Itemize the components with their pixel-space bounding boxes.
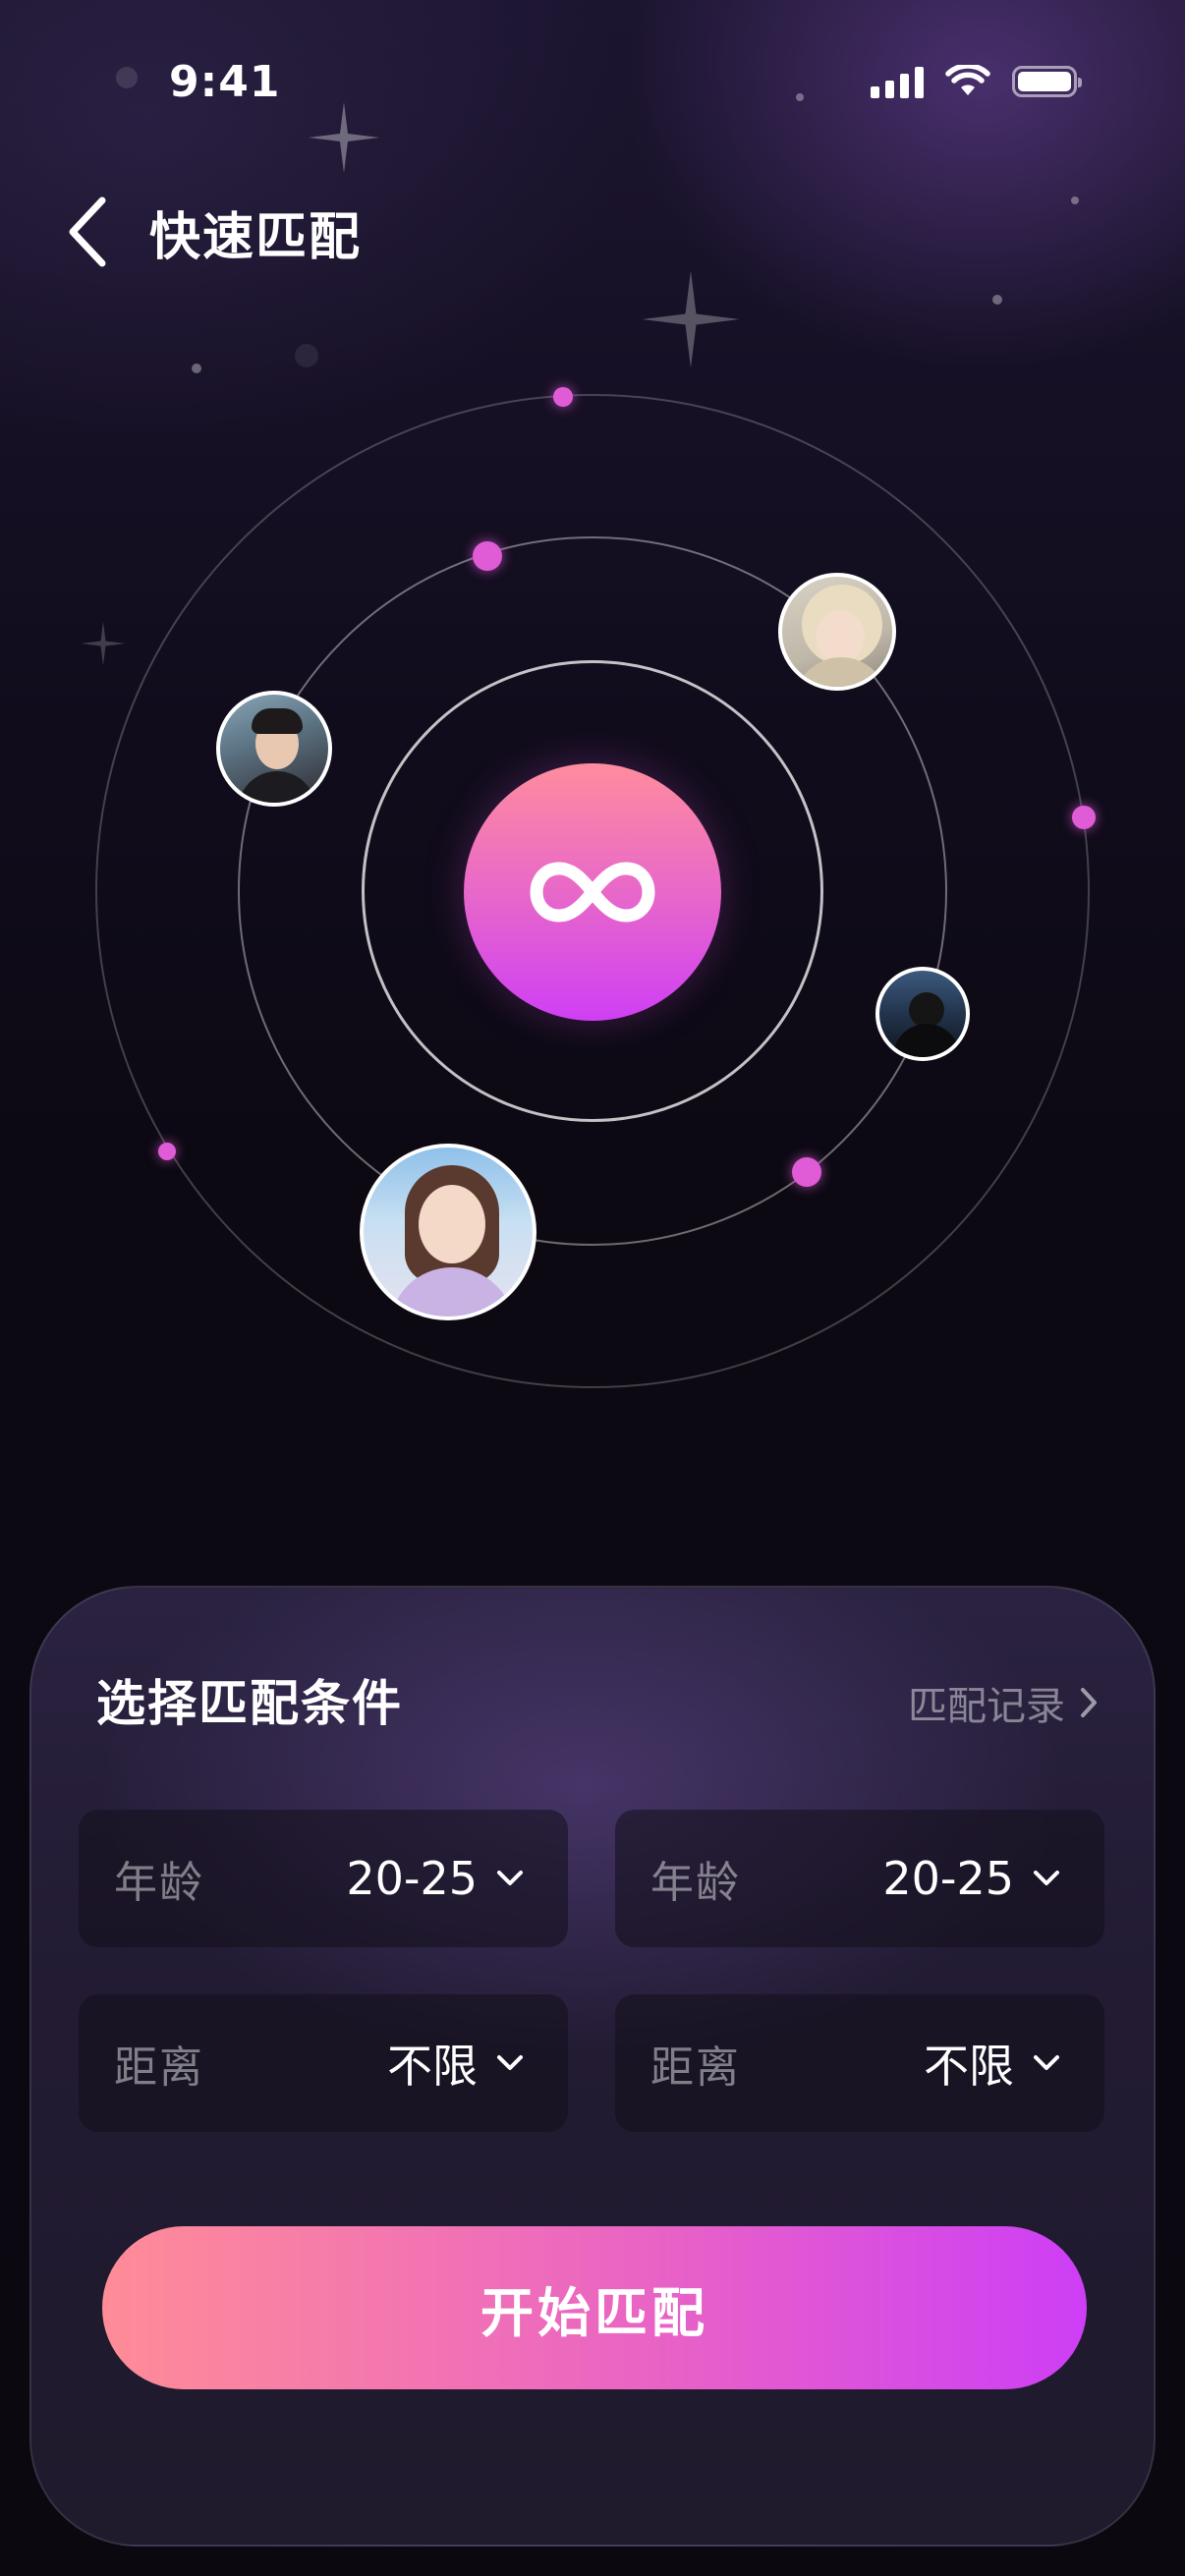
- match-history-label: 匹配记录: [908, 1684, 1065, 1729]
- avatar-male-left[interactable]: [216, 691, 332, 807]
- filter-value: 不限: [924, 2040, 1014, 2093]
- filter-label: 距离: [114, 2043, 204, 2093]
- orbit-visual: [0, 0, 1185, 1474]
- filter-distance-left[interactable]: 距离 不限: [79, 1994, 568, 2132]
- filter-value: 20-25: [346, 1852, 478, 1905]
- filter-label: 年龄: [114, 1858, 204, 1908]
- filter-label: 年龄: [650, 1858, 741, 1908]
- center-match-button[interactable]: [464, 763, 721, 1021]
- orbit-dot: [158, 1143, 176, 1160]
- orbit-dot: [473, 541, 502, 571]
- infinity-icon: [530, 862, 655, 923]
- chevron-down-icon: [497, 2055, 523, 2070]
- avatar-female-top-right[interactable]: [778, 573, 896, 691]
- start-match-button[interactable]: 开始匹配: [102, 2226, 1087, 2389]
- chevron-down-icon: [497, 1871, 523, 1885]
- orbit-dot: [792, 1157, 821, 1187]
- filter-age-right[interactable]: 年龄 20-25: [615, 1810, 1104, 1947]
- filter-distance-right[interactable]: 距离 不限: [615, 1994, 1104, 2132]
- avatar-female-bottom[interactable]: [360, 1144, 536, 1320]
- avatar-dark-right[interactable]: [875, 967, 970, 1061]
- match-conditions-card: 选择匹配条件 匹配记录 年龄 20-25 年龄 20-25 距离 不限 距离 不…: [29, 1586, 1156, 2547]
- chevron-right-icon: [1081, 1688, 1097, 1717]
- filter-value: 不限: [387, 2040, 478, 2093]
- filter-age-left[interactable]: 年龄 20-25: [79, 1810, 568, 1947]
- filter-label: 距离: [650, 2043, 741, 2093]
- orbit-dot: [1072, 806, 1096, 829]
- chevron-down-icon: [1034, 1871, 1059, 1885]
- filter-value: 20-25: [882, 1852, 1014, 1905]
- chevron-down-icon: [1034, 2055, 1059, 2070]
- match-history-link[interactable]: 匹配记录: [908, 1674, 1099, 1731]
- card-title: 选择匹配条件: [96, 1675, 403, 1732]
- orbit-dot: [553, 387, 573, 407]
- quick-match-screen: 9:41 快速匹配 选择匹配条件 匹配记录 年龄 20-25 年龄 20-25 …: [0, 0, 1185, 2576]
